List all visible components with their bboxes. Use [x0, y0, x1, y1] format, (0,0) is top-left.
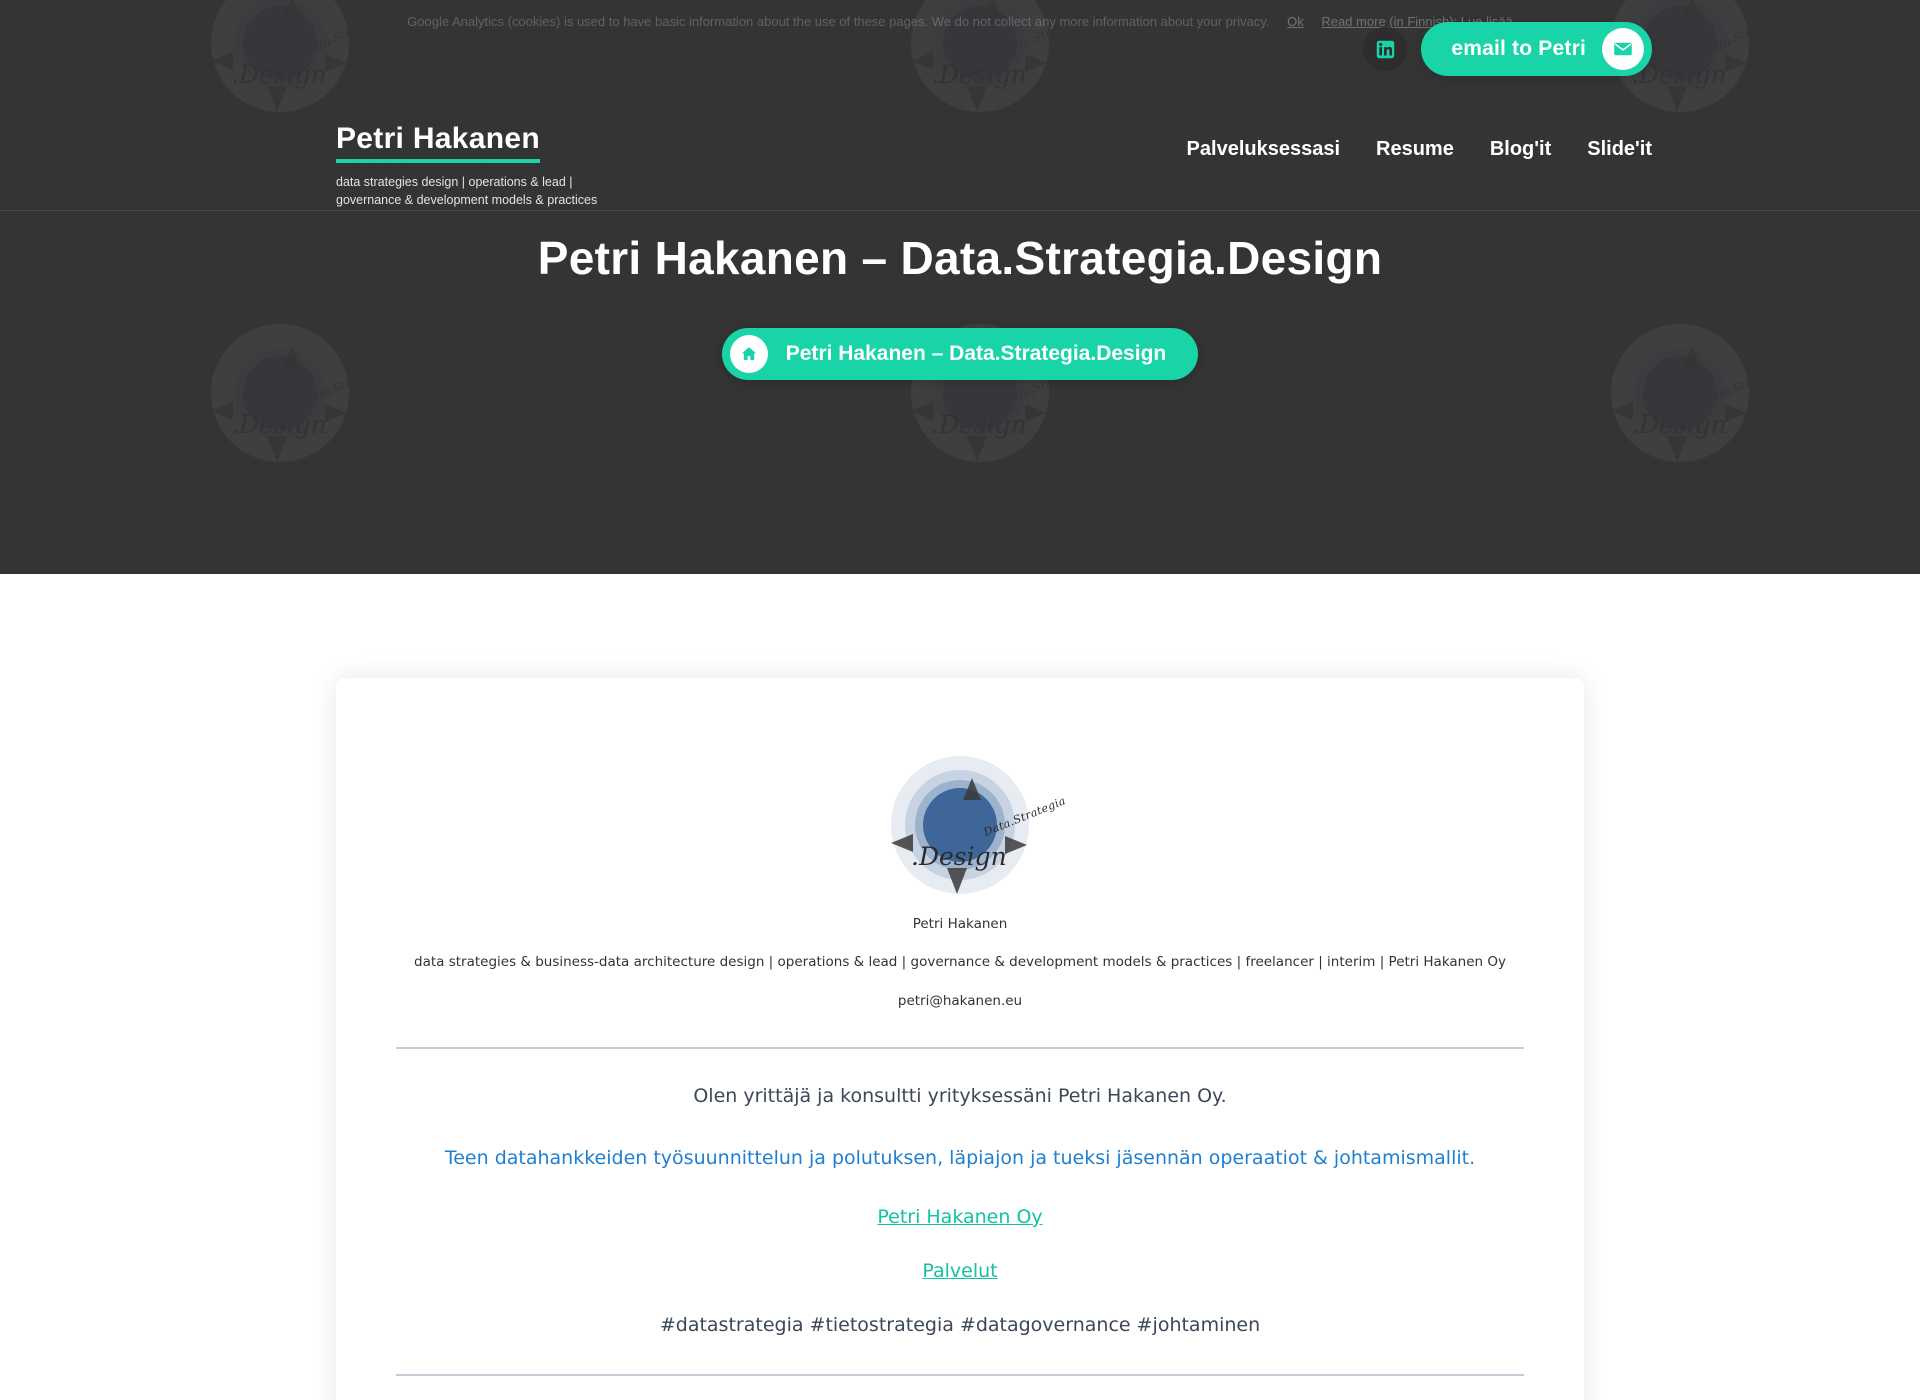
page-root: .Design Data.Strategia Petri Hakanen dat… — [0, 0, 1920, 1400]
card-description: data strategies & business-data architec… — [414, 954, 1506, 970]
hero-section: Petri Hakanen – Data.Strategia.Design Pe… — [0, 230, 1920, 381]
card-divider-middle — [396, 1373, 1524, 1376]
card-email: petri@hakanen.eu — [897, 992, 1023, 1009]
card-paragraph-2: Teen datahankkeiden työsuunnittelun ja p… — [444, 1147, 1476, 1170]
main-navigation: Palveluksessasi Resume Blog'it Slide'it — [1187, 122, 1652, 161]
card-divider-top — [396, 1046, 1524, 1049]
nav-item-slideit[interactable]: Slide'it — [1587, 138, 1652, 161]
nav-item-palveluksessasi[interactable]: Palveluksessasi — [1187, 138, 1340, 161]
brand-tagline: data strategies design | operations & le… — [336, 175, 598, 208]
linkedin-icon — [1376, 40, 1395, 58]
envelope-icon-wrap — [1602, 28, 1644, 70]
brand: Petri Hakanen data strategies design | o… — [336, 122, 636, 209]
card-hashtags: #datastrategia #tietostrategia #datagove… — [659, 1313, 1261, 1336]
email-button-label: email to Petri — [1451, 37, 1586, 60]
card-paragraph-1: Olen yrittäjä ja konsultti yrityksessäni… — [693, 1084, 1227, 1107]
brand-title[interactable]: Petri Hakanen — [336, 122, 540, 163]
link-palvelut[interactable]: Palvelut — [922, 1260, 997, 1282]
logo-mark-icon: .Design Data.Strategia — [885, 750, 1068, 900]
logo-design-word: .Design — [911, 842, 1007, 871]
nav-item-resume[interactable]: Resume — [1376, 138, 1454, 161]
card-logo-block: .Design Data.Strategia Petri Hakanen dat… — [396, 750, 1524, 1009]
link-petri-hakanen-oy[interactable]: Petri Hakanen Oy — [877, 1206, 1042, 1228]
main-content-card: .Design Data.Strategia Petri Hakanen dat… — [336, 678, 1584, 1400]
card-link-line-2: Palvelut — [396, 1260, 1524, 1282]
home-icon-wrap — [729, 335, 768, 374]
hero-cta-label: Petri Hakanen – Data.Strategia.Design — [785, 342, 1167, 366]
envelope-icon — [1614, 42, 1632, 56]
card-link-line-1: Petri Hakanen Oy — [396, 1206, 1524, 1228]
cookie-text: Google Analytics (cookies) is used to ha… — [407, 14, 1270, 29]
top-utility-bar: email to Petri — [1363, 22, 1652, 76]
cookie-ok-link[interactable]: Ok — [1287, 14, 1304, 29]
hero-cta-button[interactable]: Petri Hakanen – Data.Strategia.Design — [721, 328, 1199, 381]
header-divider — [0, 210, 1920, 211]
nav-item-blogit[interactable]: Blog'it — [1490, 138, 1551, 161]
home-icon — [741, 347, 756, 361]
hero-title: Petri Hakanen – Data.Strategia.Design — [537, 232, 1383, 284]
site-header: Petri Hakanen data strategies design | o… — [0, 104, 1920, 210]
linkedin-button[interactable] — [1363, 27, 1408, 71]
email-to-petri-button[interactable]: email to Petri — [1421, 22, 1652, 76]
card-person-name: Petri Hakanen — [912, 916, 1008, 932]
